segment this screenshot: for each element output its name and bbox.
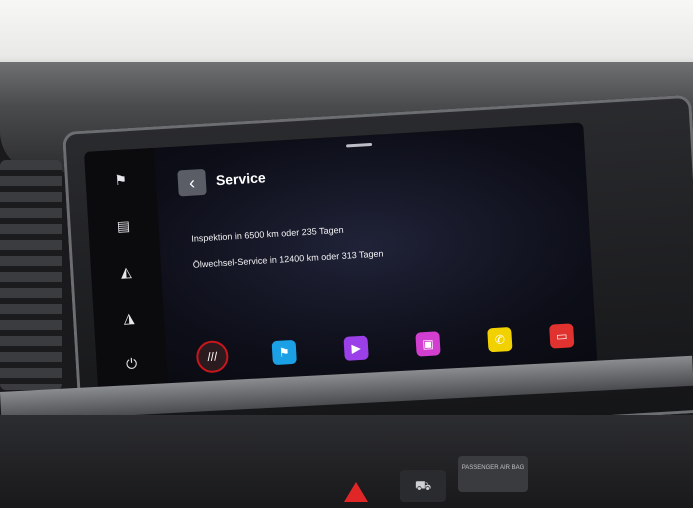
car-mode-button[interactable]: ⛟ (400, 470, 446, 502)
seat-heat-icon[interactable]: ▤ (110, 215, 137, 237)
drag-handle[interactable] (346, 142, 373, 148)
navigation-app[interactable]: ⚑ (271, 339, 297, 366)
infotainment-screen: ⚑ ▤ ◭ ◮ ⏻ ‹ Service Inspektion in 6500 k… (84, 122, 598, 396)
phone-app[interactable]: ✆ (487, 326, 513, 353)
media-app[interactable]: ▶ (343, 335, 369, 361)
car-interior-scene: ⚑ ▤ ◭ ◮ ⏻ ‹ Service Inspektion in 6500 k… (0, 0, 693, 508)
app-connect[interactable]: ▭ (549, 323, 575, 349)
brightness-up-icon[interactable]: ◭ (113, 261, 140, 283)
back-button[interactable]: ‹ (177, 168, 207, 197)
side-rail: ⚑ ▤ ◭ ◮ ⏻ (84, 147, 169, 396)
oil-service-text: Ölwechsel-Service in 12400 km oder 313 T… (192, 248, 384, 270)
brightness-down-icon[interactable]: ◮ (115, 307, 142, 329)
left-air-vent (0, 160, 62, 390)
power-icon[interactable]: ⏻ (118, 353, 145, 375)
page-title: Service (215, 169, 267, 189)
radio-app[interactable]: ▣ (415, 331, 441, 357)
passenger-airbag-indicator: PASSENGER AIR BAG (458, 456, 528, 492)
flag-icon[interactable]: ⚑ (107, 169, 134, 191)
seat-logo-app[interactable]: /// (195, 339, 230, 374)
inspection-text: Inspektion in 6500 km oder 235 Tagen (191, 224, 344, 244)
hazard-button[interactable] (344, 482, 368, 502)
chevron-left-icon: ‹ (188, 172, 196, 193)
